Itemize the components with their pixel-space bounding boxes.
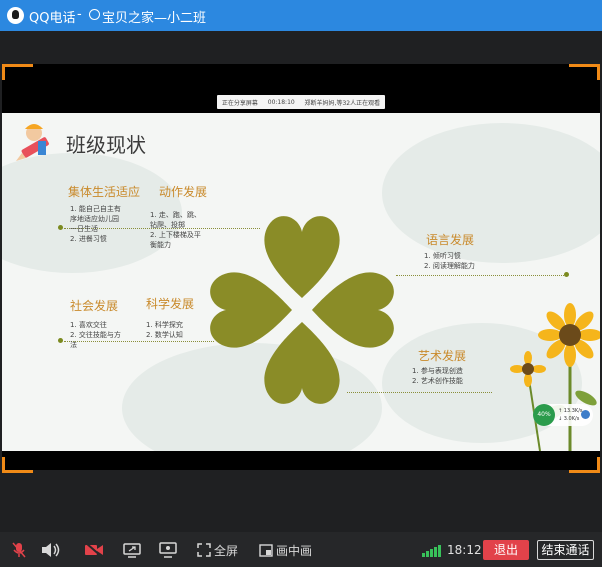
item-motor-1: 1. 走、跑、跳、	[150, 211, 201, 219]
pip-button[interactable]: 画中画	[259, 542, 312, 558]
upload-speed: ↑ 13.3K/s	[558, 408, 583, 414]
speaker-icon[interactable]	[41, 542, 61, 558]
title-separator: -	[77, 7, 82, 22]
item-science-1: 1. 科学探究	[146, 321, 183, 329]
item-social-3: 法	[70, 341, 77, 349]
share-duration: 00:18:10	[267, 98, 295, 106]
camera-off-icon[interactable]	[84, 542, 104, 558]
call-time: 18:12	[447, 543, 482, 557]
item-science-2: 2. 数学认知	[146, 331, 183, 339]
item-language-2: 2. 阅读理解能力	[424, 262, 475, 270]
frame-corner-top-right	[569, 64, 600, 80]
item-social-1: 1. 喜欢交往	[70, 321, 107, 329]
item-art-2: 2. 艺术创作技能	[412, 377, 463, 385]
item-collective-1: 1. 能自己自主有	[70, 205, 121, 213]
app-name: QQ电话	[29, 11, 76, 26]
pip-label: 画中画	[276, 543, 313, 558]
item-motor-4: 衡能力	[150, 241, 171, 249]
frame-corner-bottom-left	[2, 457, 33, 473]
slide-title: 班级现状	[66, 133, 146, 157]
heading-social: 社会发展	[70, 299, 119, 313]
group-name: 宝贝之家—小二班	[102, 11, 207, 26]
fullscreen-label: 全屏	[214, 543, 239, 558]
call-toolbar: 全屏 画中画 18:12 退出 结束通话	[0, 532, 602, 567]
item-collective-2: 序地适应幼儿园	[70, 215, 119, 223]
pencil-mascot-icon	[16, 124, 49, 161]
item-collective-4: 2. 进餐习惯	[70, 235, 107, 243]
share-status-bar: 正在分享屏幕 00:18:10 郑断羊妈妈,等32人正在观看	[217, 95, 385, 109]
heading-science: 科学发展	[146, 297, 195, 311]
item-social-2: 2. 交往技能与方	[70, 331, 121, 339]
heading-language: 语言发展	[426, 233, 475, 247]
screen-share-icon[interactable]	[123, 542, 141, 558]
sunflower-decoration	[510, 303, 600, 451]
item-motor-3: 2. 上下楼梯及平	[150, 231, 201, 239]
four-leaf-clover-graphic	[210, 216, 394, 404]
presenter-icon[interactable]	[159, 542, 177, 558]
title-bar: QQ电话 - 宝贝之家—小二班	[0, 0, 602, 31]
fullscreen-icon	[197, 543, 211, 557]
group-icon	[89, 9, 100, 20]
item-art-1: 1. 参与表现创造	[412, 367, 463, 375]
signal-strength-icon	[422, 545, 441, 557]
mic-muted-icon[interactable]	[11, 542, 27, 558]
frame-corner-top-left	[2, 64, 33, 80]
share-viewers: 郑断羊妈妈,等32人正在观看	[304, 99, 381, 107]
item-language-1: 1. 倾听习惯	[424, 252, 461, 260]
share-status: 正在分享屏幕	[221, 99, 258, 107]
item-collective-3: 一日生活	[70, 225, 98, 233]
download-speed: ↓ 3.0K/s	[558, 416, 580, 422]
end-call-button[interactable]: 结束通话	[537, 540, 594, 560]
heading-collective: 集体生活适应	[68, 185, 141, 199]
heading-art: 艺术发展	[418, 349, 467, 363]
network-percent: 40%	[533, 404, 555, 426]
exit-button[interactable]: 退出	[483, 540, 529, 560]
qq-logo-icon	[7, 7, 24, 24]
heading-motor: 动作发展	[159, 185, 208, 199]
network-icon	[581, 410, 590, 419]
fullscreen-button[interactable]: 全屏	[197, 542, 238, 558]
presentation-slide: 班级现状 集体生活适应 1. 能自己自主有 序地适应幼儿园 一日生活 2. 进餐…	[2, 113, 600, 451]
network-speed-badge[interactable]: 40% ↑ 13.3K/s ↓ 3.0K/s	[533, 404, 593, 426]
frame-corner-bottom-right	[569, 457, 600, 473]
picture-in-picture-icon	[259, 543, 273, 557]
item-motor-2: 钻爬、投掷	[150, 221, 185, 229]
